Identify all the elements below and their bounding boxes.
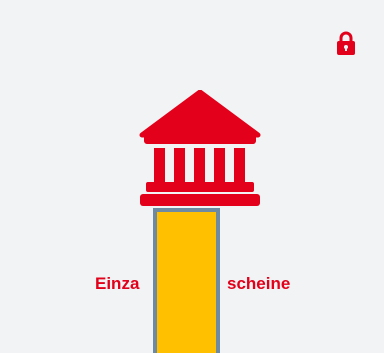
highlight-overlay: [153, 208, 220, 353]
tile-label-start: Einza: [95, 274, 140, 293]
lock-icon: [337, 31, 355, 55]
product-tile[interactable]: Einza scheine: [0, 0, 384, 353]
tile-label-end: scheine: [227, 274, 291, 293]
bank-icon: [139, 90, 261, 206]
